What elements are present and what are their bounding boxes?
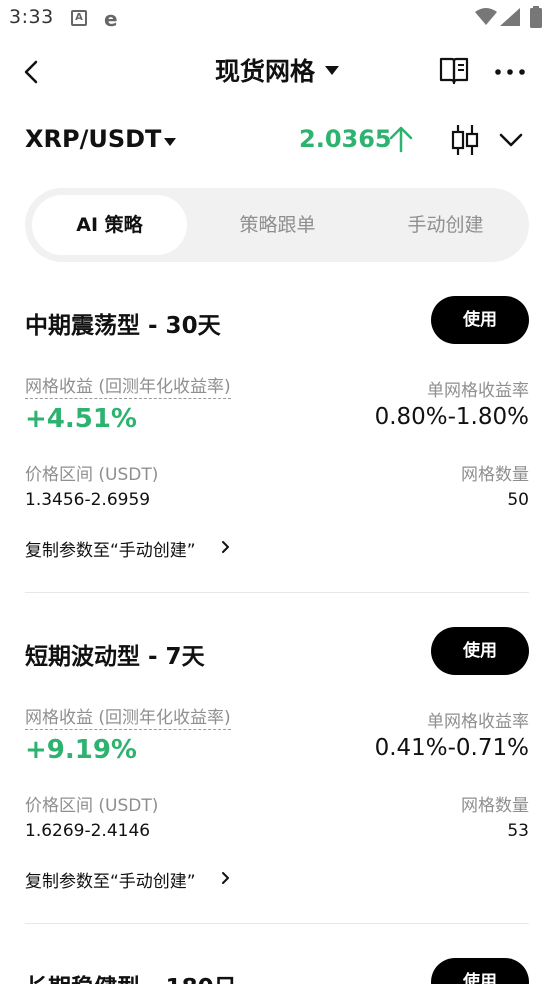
signal-icon	[500, 8, 520, 26]
a-notification-icon: A	[71, 10, 87, 26]
use-button[interactable]: 使用	[431, 958, 529, 984]
tab-manual-create[interactable]: 手动创建	[368, 195, 523, 255]
card-title: 中期震荡型 - 30天	[25, 313, 221, 339]
strategy-card: 中期震荡型 - 30天 使用 网格收益 (回测年化收益率) 单网格收益率 +4.…	[25, 296, 529, 596]
tab-ai-strategy[interactable]: AI 策略	[32, 195, 187, 255]
status-bar: 3:33 A e	[0, 0, 554, 38]
grid-count-value: 50	[507, 490, 529, 510]
strategy-card: 短期波动型 - 7天 使用 网格收益 (回测年化收益率) 单网格收益率 +9.1…	[25, 627, 529, 927]
grid-count-value: 53	[507, 821, 529, 841]
wifi-icon	[475, 8, 497, 25]
yield-label[interactable]: 网格收益 (回测年化收益率)	[25, 376, 231, 399]
arrow-up-icon	[389, 126, 413, 153]
card-title: 短期波动型 - 7天	[25, 644, 205, 670]
status-time: 3:33	[9, 6, 54, 28]
caret-down-icon	[325, 65, 339, 75]
strategy-card: 长期稳健型 - 180日 使用	[25, 958, 529, 984]
grid-count-label: 网格数量	[461, 465, 529, 485]
page-title-dropdown[interactable]: 现货网格	[0, 52, 554, 92]
last-price: 2.0365	[299, 125, 392, 153]
range-label: 价格区间 (USDT)	[25, 465, 159, 485]
per-grid-value: 0.80%-1.80%	[374, 404, 529, 430]
pair-selector[interactable]: XRP/USDT	[25, 125, 161, 153]
range-value: 1.6269-2.4146	[25, 821, 151, 841]
use-button[interactable]: 使用	[431, 296, 529, 344]
chevron-down-icon[interactable]	[498, 130, 524, 150]
e-notification-icon: e	[104, 7, 118, 31]
per-grid-label: 单网格收益率	[427, 712, 529, 732]
divider	[25, 592, 529, 593]
per-grid-label: 单网格收益率	[427, 381, 529, 401]
strategy-tabs: AI 策略 策略跟单 手动创建	[25, 188, 529, 262]
yield-value: +4.51%	[25, 404, 137, 434]
yield-value: +9.19%	[25, 735, 137, 765]
battery-icon	[530, 6, 542, 28]
per-grid-value: 0.41%-0.71%	[374, 735, 529, 761]
use-button[interactable]: 使用	[431, 627, 529, 675]
chevron-right-icon[interactable]	[221, 540, 231, 554]
range-value: 1.3456-2.6959	[25, 490, 151, 510]
copy-params-link[interactable]: 复制参数至“手动创建”	[25, 536, 196, 561]
yield-label[interactable]: 网格收益 (回测年化收益率)	[25, 707, 231, 730]
caret-down-icon[interactable]	[164, 138, 176, 146]
candlestick-icon[interactable]	[450, 122, 480, 158]
copy-params-link[interactable]: 复制参数至“手动创建”	[25, 867, 196, 892]
range-label: 价格区间 (USDT)	[25, 796, 159, 816]
divider	[25, 923, 529, 924]
page-title: 现货网格	[214, 57, 315, 86]
tab-copy-strategy[interactable]: 策略跟单	[200, 195, 355, 255]
card-title: 长期稳健型 - 180日	[25, 968, 237, 984]
chevron-right-icon[interactable]	[221, 871, 231, 885]
more-icon[interactable]	[494, 58, 526, 86]
grid-count-label: 网格数量	[461, 796, 529, 816]
book-icon[interactable]	[438, 56, 470, 86]
